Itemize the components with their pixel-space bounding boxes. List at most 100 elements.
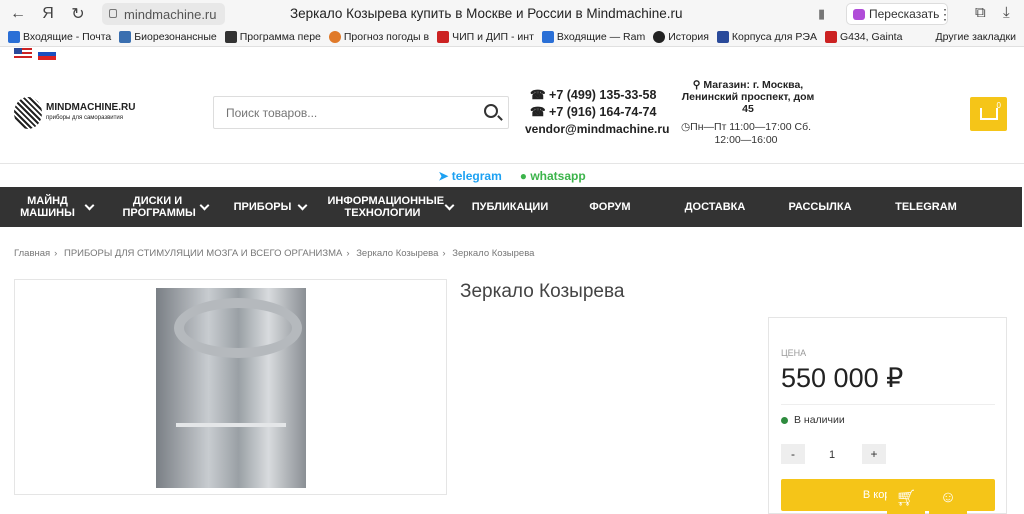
telegram-label: telegram bbox=[451, 168, 502, 183]
page-title: Зеркало Козырева купить в Москве и Росси… bbox=[290, 6, 683, 21]
chevron-down-icon bbox=[84, 200, 94, 210]
main-menu: МАЙНД МАШИНЫ ДИСКИ И ПРОГРАММЫ ПРИБОРЫ И… bbox=[0, 187, 1022, 227]
yandex-icon[interactable]: Я bbox=[36, 2, 60, 26]
breadcrumb-item[interactable]: Зеркало Козырева bbox=[356, 248, 438, 259]
phones: ☎ +7 (499) 135-33-58 ☎ +7 (916) 164-74-7… bbox=[530, 87, 656, 121]
search-input[interactable] bbox=[214, 97, 464, 128]
floating-callback-button[interactable]: ☺ bbox=[929, 481, 967, 514]
site-header: MINDMACHINE.RU приборы для саморазвития ☎… bbox=[0, 62, 1024, 164]
address-bar[interactable]: mindmachine.ru bbox=[102, 3, 225, 25]
search-icon[interactable] bbox=[484, 104, 498, 118]
menu-item-disks[interactable]: ДИСКИ И ПРОГРАММЫ bbox=[110, 187, 220, 227]
url-text: mindmachine.ru bbox=[124, 6, 217, 22]
whatsapp-label: whatsapp bbox=[530, 168, 586, 183]
bookmark-item[interactable]: История bbox=[653, 31, 709, 43]
retell-label: Пересказать bbox=[869, 7, 940, 21]
bookmarks-bar: Входящие - Почта Биорезонансные Программ… bbox=[0, 28, 1024, 47]
site-icon bbox=[119, 31, 132, 43]
site-icon bbox=[224, 31, 237, 43]
bookmark-label: Биорезонансные bbox=[134, 31, 217, 43]
breadcrumb-item[interactable]: Главная bbox=[14, 248, 50, 259]
breadcrumb-separator: › bbox=[346, 248, 350, 259]
breadcrumb-item[interactable]: ПРИБОРЫ ДЛЯ СТИМУЛЯЦИИ МОЗГА И ВСЕГО ОРГ… bbox=[64, 248, 342, 259]
divider bbox=[781, 404, 995, 405]
extensions-icon[interactable]: ⧉ bbox=[975, 4, 986, 21]
clock-icon: ◷ bbox=[681, 121, 691, 133]
mail-icon bbox=[8, 31, 20, 43]
menu-item-publications[interactable]: ПУБЛИКАЦИИ bbox=[460, 187, 560, 227]
bookmark-label: Программа пере bbox=[239, 31, 321, 43]
product-image[interactable] bbox=[156, 288, 306, 488]
shop-address-text: Магазин: г. Москва, Ленинский проспект, … bbox=[681, 79, 815, 115]
bookmark-label: Прогноз погоды в bbox=[343, 31, 430, 43]
site-icon bbox=[437, 31, 450, 43]
qty-plus-button[interactable]: + bbox=[862, 444, 886, 464]
site-icon bbox=[824, 31, 837, 43]
floating-cart-button[interactable]: 🛒︎ bbox=[887, 481, 925, 514]
menu-item-delivery[interactable]: ДОСТАВКА bbox=[660, 187, 770, 227]
phone-2-text: +7 (916) 164-74-74 bbox=[549, 105, 657, 119]
mail-icon bbox=[541, 31, 554, 43]
bookmark-item[interactable]: Прогноз погоды в bbox=[328, 31, 430, 43]
phone-2[interactable]: ☎ +7 (916) 164-74-74 bbox=[530, 104, 656, 121]
other-bookmarks[interactable]: Другие закладки bbox=[936, 31, 1016, 43]
retell-button[interactable]: Пересказать bbox=[846, 3, 949, 25]
bookmark-item[interactable]: Входящие — Ram bbox=[541, 31, 646, 43]
phone-1[interactable]: ☎ +7 (499) 135-33-58 bbox=[530, 87, 656, 104]
download-icon[interactable]: ⤓ bbox=[1003, 4, 1010, 21]
bookmark-label: История bbox=[668, 31, 709, 43]
reload-icon[interactable]: ↻ bbox=[66, 2, 90, 26]
qty-minus-button[interactable]: - bbox=[781, 444, 805, 464]
back-icon[interactable]: ← bbox=[6, 2, 30, 26]
menu-label: МАЙНД МАШИНЫ bbox=[20, 195, 75, 219]
menu-label: ДИСКИ И ПРОГРАММЫ bbox=[122, 195, 196, 219]
menu-item-newsletter[interactable]: РАССЫЛКА bbox=[770, 187, 870, 227]
email-link[interactable]: vendor@mindmachine.ru bbox=[525, 122, 669, 136]
menu-label: ИНФОРМАЦИОННЫЕ ТЕХНОЛОГИИ bbox=[327, 195, 445, 219]
product-title: Зеркало Козырева bbox=[460, 281, 625, 302]
product-gallery bbox=[14, 279, 447, 495]
bookmark-label: Входящие — Ram bbox=[556, 31, 646, 43]
quantity-input[interactable]: 1 bbox=[829, 449, 835, 461]
location-icon: ⚲ bbox=[692, 79, 701, 91]
bookmark-item[interactable]: Биорезонансные bbox=[119, 31, 217, 43]
menu-item-mind-machines[interactable]: МАЙНД МАШИНЫ bbox=[0, 187, 110, 227]
working-hours: ◷Пн—Пт 11:00—17:00 Сб. 12:00—16:00 bbox=[680, 121, 812, 147]
breadcrumb-separator: › bbox=[442, 248, 446, 259]
whatsapp-icon: ● bbox=[519, 168, 527, 183]
cart-button[interactable]: 0 bbox=[970, 97, 1007, 131]
bookmark-item[interactable]: Корпуса для РЭА bbox=[716, 31, 817, 43]
bookmark-item[interactable]: Программа пере bbox=[224, 31, 321, 43]
logo-mark bbox=[14, 97, 42, 129]
weather-icon bbox=[328, 31, 341, 43]
telegram-link[interactable]: ➤ telegram bbox=[438, 169, 501, 183]
cart-count: 0 bbox=[996, 101, 1001, 110]
english-flag-icon[interactable] bbox=[14, 48, 32, 60]
chevron-down-icon bbox=[444, 200, 454, 210]
whatsapp-link[interactable]: ● whatsapp bbox=[520, 169, 586, 183]
breadcrumb-item: Зеркало Козырева bbox=[452, 248, 535, 259]
price-label: ЦЕНА bbox=[781, 348, 807, 358]
logo[interactable]: MINDMACHINE.RU приборы для саморазвития bbox=[14, 96, 154, 130]
russian-flag-icon[interactable] bbox=[38, 48, 56, 60]
menu-item-telegram[interactable]: TELEGRAM bbox=[870, 187, 982, 227]
bookmark-item[interactable]: G434, Gainta bbox=[824, 31, 903, 43]
cart-icon bbox=[979, 108, 998, 120]
search-box bbox=[213, 96, 509, 129]
breadcrumb-separator: › bbox=[54, 248, 58, 259]
in-stock-icon bbox=[781, 416, 788, 424]
bookmark-item[interactable]: ЧИП и ДИП - инт bbox=[437, 31, 534, 43]
bookmark-label: G434, Gainta bbox=[839, 31, 903, 43]
hours-text: Пн—Пт 11:00—17:00 Сб. 12:00—16:00 bbox=[690, 121, 811, 146]
bookmark-label: Корпуса для РЭА bbox=[731, 31, 817, 43]
more-icon[interactable]: ⋮ bbox=[938, 6, 952, 23]
bookmark-icon[interactable]: ▮ bbox=[818, 6, 825, 22]
bookmark-item[interactable]: Входящие - Почта bbox=[8, 31, 111, 43]
menu-item-devices[interactable]: ПРИБОРЫ bbox=[220, 187, 320, 227]
chevron-down-icon bbox=[199, 200, 209, 210]
menu-item-forum[interactable]: ФОРУМ bbox=[560, 187, 660, 227]
site-icon bbox=[716, 31, 729, 43]
breadcrumb: Главная › ПРИБОРЫ ДЛЯ СТИМУЛЯЦИИ МОЗГА И … bbox=[14, 248, 538, 259]
price: 550 000 ₽ bbox=[781, 363, 904, 393]
menu-item-info-tech[interactable]: ИНФОРМАЦИОННЫЕ ТЕХНОЛОГИИ bbox=[320, 187, 460, 227]
